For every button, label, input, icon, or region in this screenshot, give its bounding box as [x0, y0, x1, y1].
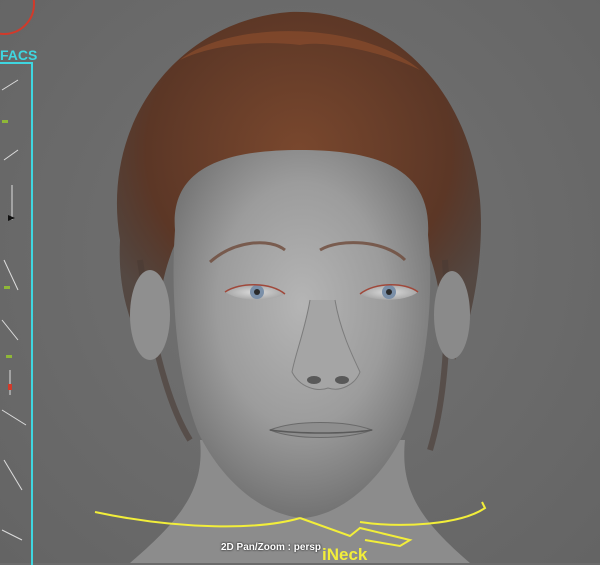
neck-control-label: iNeck — [322, 545, 368, 564]
viewport-status-text: 2D Pan/Zoom : persp — [221, 542, 322, 553]
face-mesh — [130, 150, 470, 518]
facs-panel[interactable] — [0, 62, 33, 565]
facs-title: FACS — [0, 47, 38, 63]
corner-widget-icon — [0, 0, 35, 35]
maya-viewport[interactable]: FACS 2D Pan/Zoom : persp iNeck — [0, 0, 600, 565]
face-model-scene[interactable] — [0, 0, 600, 563]
